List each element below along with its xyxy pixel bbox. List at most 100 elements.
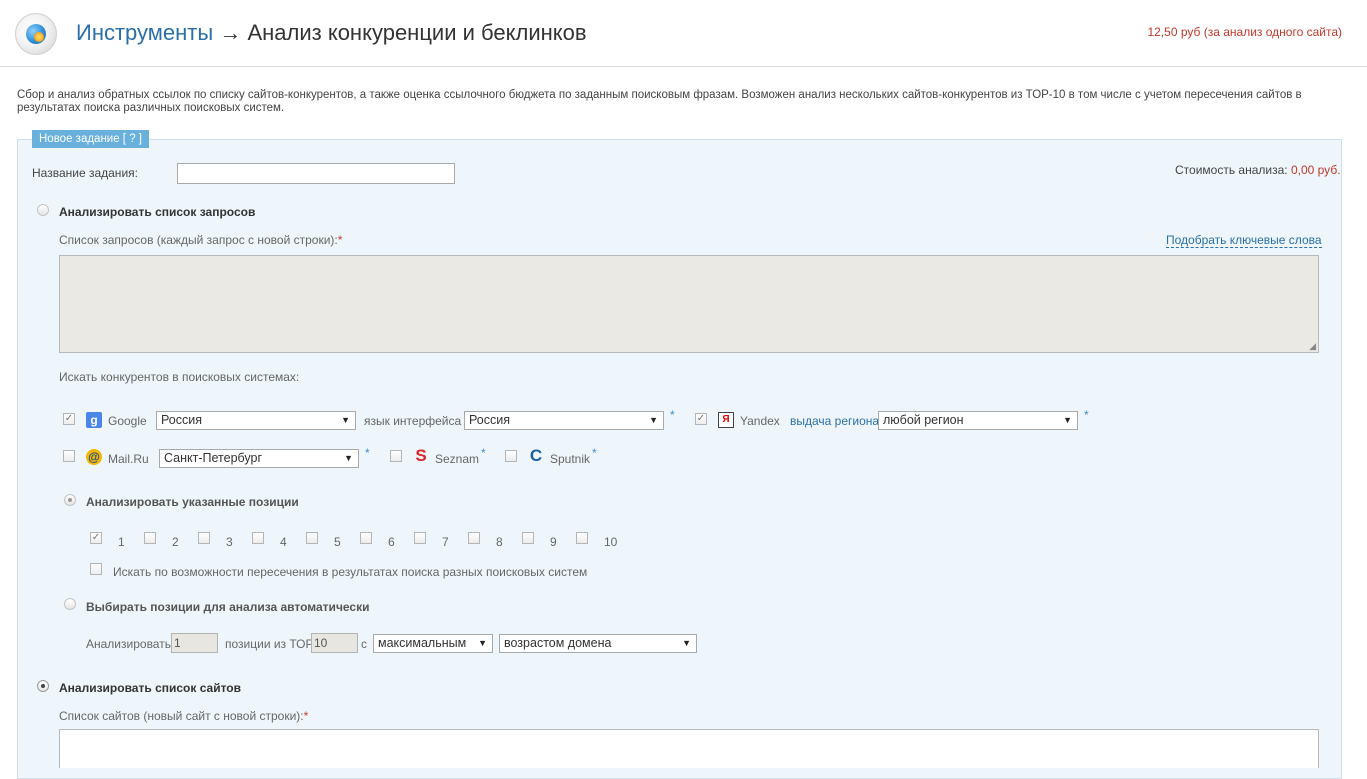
position-checkbox[interactable] <box>576 532 588 544</box>
position-checkbox[interactable] <box>414 532 426 544</box>
chevron-down-icon: ▼ <box>478 638 487 648</box>
position-label: 8 <box>496 535 503 549</box>
google-label: Google <box>108 414 147 428</box>
mailru-icon: @ <box>86 449 102 465</box>
queries-textarea[interactable]: ◢ <box>59 255 1319 353</box>
mailru-region-value: Санкт-Петербург <box>164 451 263 465</box>
position-label: 10 <box>604 535 618 549</box>
region-output-link[interactable]: выдача региона <box>790 414 879 428</box>
required-mark: * <box>303 709 309 723</box>
page-title-text: Анализ конкуренции и беклинков <box>247 20 587 45</box>
mailru-checkbox[interactable] <box>63 450 75 462</box>
interface-language-select[interactable]: Россия ▼ <box>464 411 664 430</box>
resize-handle-icon[interactable]: ◢ <box>1309 341 1316 352</box>
with-label: с <box>361 637 367 651</box>
auto-positions-label: Выбирать позиции для анализа автоматичес… <box>86 600 370 614</box>
position-checkbox[interactable] <box>144 532 156 544</box>
required-mark: * <box>337 233 343 247</box>
sites-textarea[interactable] <box>59 729 1319 768</box>
yandex-region-value: любой регион <box>883 413 964 427</box>
positions-from-top-label: позиции из ТОР- <box>225 637 318 651</box>
analyze-sites-radio[interactable] <box>37 680 49 692</box>
seznam-required-star: * <box>481 446 486 460</box>
position-label: 3 <box>226 535 233 549</box>
position-label: 4 <box>280 535 287 549</box>
analyze-sites-label: Анализировать список сайтов <box>59 681 242 695</box>
sputnik-icon: C <box>529 446 543 465</box>
check-icon: ✓ <box>64 413 74 424</box>
intersection-checkbox[interactable] <box>90 563 102 575</box>
page-title: Инструменты → Анализ конкуренции и бекли… <box>76 20 587 46</box>
position-label: 5 <box>334 535 341 549</box>
chevron-down-icon: ▼ <box>1063 415 1072 425</box>
analyze-count-label: Анализировать <box>86 637 171 651</box>
position-label: 1 <box>118 535 125 549</box>
queries-list-label: Список запросов (каждый запрос с новой с… <box>59 233 342 247</box>
analysis-cost: Стоимость анализа: 0,00 руб. <box>1175 163 1341 177</box>
position-label: 9 <box>550 535 557 549</box>
mailru-label: Mail.Ru <box>108 452 149 466</box>
sputnik-checkbox[interactable] <box>505 450 517 462</box>
position-checkbox[interactable]: ✓ <box>90 532 102 544</box>
sites-list-label-text: Список сайтов (новый сайт с новой строки… <box>59 709 304 723</box>
new-task-legend[interactable]: Новое задание [ ? ] <box>32 130 149 148</box>
queries-list-label-text: Список запросов (каждый запрос с новой с… <box>59 233 338 247</box>
google-icon: g <box>86 412 102 428</box>
sort-value: максимальным <box>378 636 467 650</box>
mailru-region-select[interactable]: Санкт-Петербург ▼ <box>159 449 359 468</box>
mailru-required-star: * <box>365 446 370 460</box>
seznam-label: Seznam <box>435 452 480 466</box>
analysis-cost-value: 0,00 руб. <box>1290 163 1341 177</box>
sputnik-label: Sputnik <box>550 452 591 466</box>
google-region-select[interactable]: Россия ▼ <box>156 411 356 430</box>
top-count-input[interactable]: 10 <box>311 633 358 653</box>
yandex-required-star: * <box>1084 408 1089 422</box>
sites-list-label: Список сайтов (новый сайт с новой строки… <box>59 709 308 723</box>
task-name-label: Название задания: <box>32 166 138 180</box>
position-checkbox[interactable] <box>198 532 210 544</box>
interface-language-value: Россия <box>469 413 510 427</box>
analyze-queries-radio[interactable] <box>37 204 49 216</box>
sort-select[interactable]: максимальным ▼ <box>373 634 493 653</box>
google-checkbox[interactable]: ✓ <box>63 413 75 425</box>
check-icon: ✓ <box>91 532 101 543</box>
position-checkbox[interactable] <box>360 532 372 544</box>
analyze-positions-label: Анализировать указанные позиции <box>86 495 299 509</box>
search-engines-label: Искать конкурентов в поисковых системах: <box>59 370 300 384</box>
criterion-value: возрастом домена <box>504 636 612 650</box>
page-header: Инструменты → Анализ конкуренции и бекли… <box>0 0 1367 67</box>
position-checkbox[interactable] <box>252 532 264 544</box>
chevron-down-icon: ▼ <box>341 415 350 425</box>
yandex-region-select[interactable]: любой регион ▼ <box>878 411 1078 430</box>
tool-description: Сбор и анализ обратных ссылок по списку … <box>17 89 1302 114</box>
google-required-star: * <box>670 408 675 422</box>
sputnik-required-star: * <box>592 446 597 460</box>
intersection-label: Искать по возможности пересечения в резу… <box>113 565 588 579</box>
task-name-input[interactable] <box>177 163 455 184</box>
auto-positions-radio[interactable] <box>64 598 76 610</box>
analyze-queries-label: Анализировать список запросов <box>59 205 256 219</box>
google-region-value: Россия <box>161 413 202 427</box>
position-checkbox[interactable] <box>306 532 318 544</box>
seznam-icon: S <box>415 446 427 465</box>
yandex-label: Yandex <box>740 414 780 428</box>
logo-globe-icon[interactable] <box>15 13 57 55</box>
position-checkbox[interactable] <box>468 532 480 544</box>
breadcrumb-arrow: → <box>219 20 242 45</box>
criterion-select[interactable]: возрастом домена ▼ <box>499 634 697 653</box>
analyze-count-input[interactable]: 1 <box>171 633 218 653</box>
yandex-checkbox[interactable]: ✓ <box>695 413 707 425</box>
chevron-down-icon: ▼ <box>649 415 658 425</box>
yandex-icon: Я <box>718 412 734 428</box>
seznam-checkbox[interactable] <box>390 450 402 462</box>
pick-keywords-link[interactable]: Подобрать ключевые слова <box>1166 233 1322 248</box>
position-label: 7 <box>442 535 449 549</box>
chevron-down-icon: ▼ <box>344 453 353 463</box>
breadcrumb-tools-link[interactable]: Инструменты <box>76 20 213 45</box>
check-icon: ✓ <box>696 413 706 424</box>
chevron-down-icon: ▼ <box>682 638 691 648</box>
position-label: 6 <box>388 535 395 549</box>
interface-language-label: язык интерфейса <box>364 414 462 428</box>
analyze-positions-radio[interactable] <box>64 494 76 506</box>
position-checkbox[interactable] <box>522 532 534 544</box>
